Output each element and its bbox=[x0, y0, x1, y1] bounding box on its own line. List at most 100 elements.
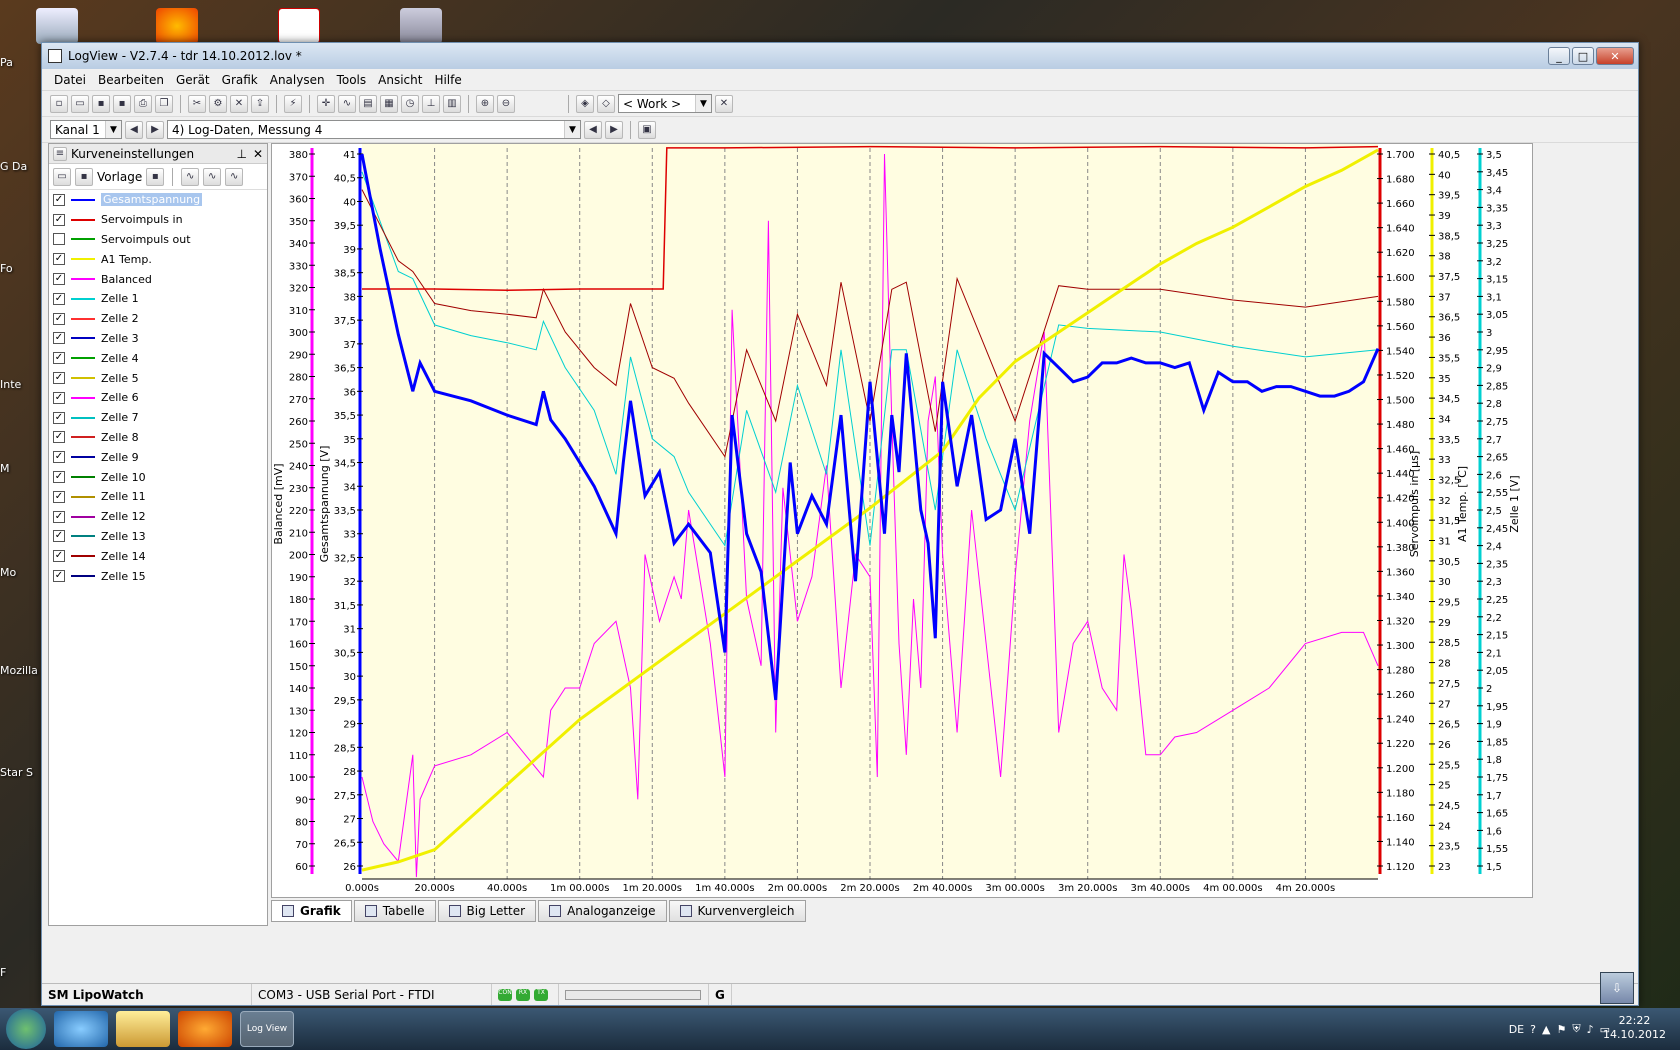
menu-geraet[interactable]: Gerät bbox=[170, 73, 216, 87]
prev-channel-icon[interactable]: ◀ bbox=[125, 120, 143, 139]
curve-checkbox[interactable]: ✓ bbox=[53, 352, 65, 365]
clipboard-icon[interactable]: ▣ bbox=[638, 120, 656, 139]
cut-icon[interactable]: ✂ bbox=[188, 94, 206, 113]
curve-add-icon[interactable]: ∿ bbox=[203, 167, 222, 186]
curve-item[interactable]: ✓ Balanced bbox=[49, 269, 267, 289]
logview-taskbar-button[interactable]: Log View bbox=[240, 1011, 294, 1047]
curve-item[interactable]: ✓ Servoimpuls in bbox=[49, 210, 267, 230]
menu-analysen[interactable]: Analysen bbox=[264, 73, 331, 87]
firefox-taskbar-icon[interactable] bbox=[178, 1011, 232, 1047]
curve-checkbox[interactable]: ✓ bbox=[53, 570, 65, 583]
scale-icon[interactable]: ⊥ bbox=[422, 94, 440, 113]
print-icon[interactable]: ⎙ bbox=[134, 94, 152, 113]
dataset-select[interactable]: 4) Log-Daten, Messung 4 ▼ bbox=[167, 120, 581, 139]
grid-icon[interactable]: ▦ bbox=[380, 94, 398, 113]
new-file-icon[interactable]: ▫ bbox=[50, 94, 68, 113]
network-icon[interactable]: ▲ bbox=[1542, 1023, 1550, 1036]
curve-item[interactable]: ✓ Zelle 15 bbox=[49, 566, 267, 586]
curve-checkbox[interactable]: ✓ bbox=[53, 490, 65, 503]
tab-tabelle[interactable]: Tabelle bbox=[353, 900, 436, 922]
curve-checkbox[interactable]: ✓ bbox=[53, 312, 65, 325]
channel-select[interactable]: Kanal 1 ▼ bbox=[50, 120, 122, 139]
curve-checkbox[interactable]: ✓ bbox=[53, 292, 65, 305]
curve-item[interactable]: ✓ Zelle 3 bbox=[49, 329, 267, 349]
curve-item[interactable]: ✓ Gesamtspannung bbox=[49, 190, 267, 210]
pin-icon[interactable]: ⊥ bbox=[236, 147, 246, 161]
tab-grafik[interactable]: Grafik bbox=[271, 900, 352, 922]
shield-icon[interactable]: ⛨ bbox=[1572, 1022, 1580, 1036]
device-icon[interactable]: ⚡ bbox=[284, 94, 302, 113]
window-icon[interactable]: ▤ bbox=[359, 94, 377, 113]
curve-item[interactable]: ✓ Zelle 11 bbox=[49, 487, 267, 507]
curve-checkbox[interactable]: ✓ bbox=[53, 213, 65, 226]
curve-item[interactable]: ✓ Zelle 12 bbox=[49, 507, 267, 527]
curve-item[interactable]: ✓ Zelle 9 bbox=[49, 447, 267, 467]
workspace-select[interactable]: < Work > ▼ bbox=[618, 94, 712, 113]
curve-checkbox[interactable]: ✓ bbox=[53, 471, 65, 484]
open-folder-icon[interactable]: ▭ bbox=[71, 94, 89, 113]
close-button[interactable]: ✕ bbox=[1596, 47, 1634, 65]
chart-area[interactable]: 0.000s 20.000s 40.000s 1m 00.000s 1m 20.000s… bbox=[271, 143, 1533, 898]
layout-delete-icon[interactable]: ✕ bbox=[715, 94, 733, 113]
desktop-label[interactable]: Mozilla bbox=[0, 664, 44, 677]
settings-icon[interactable]: ⚙ bbox=[209, 94, 227, 113]
save-icon[interactable]: ▪ bbox=[92, 94, 110, 113]
maximize-button[interactable]: □ bbox=[1572, 47, 1594, 65]
language-indicator[interactable]: DE bbox=[1509, 1023, 1524, 1036]
curve-checkbox[interactable]: ✓ bbox=[53, 391, 65, 404]
save-template-icon[interactable]: ▪ bbox=[75, 167, 93, 186]
delete-icon[interactable]: ✕ bbox=[230, 94, 248, 113]
tab-analoganzeige[interactable]: Analoganzeige bbox=[538, 900, 667, 922]
menu-hilfe[interactable]: Hilfe bbox=[428, 73, 467, 87]
curve-icon[interactable]: ∿ bbox=[338, 94, 356, 113]
curve-item[interactable]: ✓ A1 Temp. bbox=[49, 249, 267, 269]
curve-checkbox[interactable]: ✓ bbox=[53, 451, 65, 464]
minimize-button[interactable]: _ bbox=[1548, 47, 1570, 65]
export-icon[interactable]: ⇪ bbox=[251, 94, 269, 113]
recycle-bin-icon[interactable] bbox=[36, 8, 78, 44]
curve-checkbox[interactable]: ✓ bbox=[53, 193, 65, 206]
prev-dataset-icon[interactable]: ◀ bbox=[584, 120, 602, 139]
desktop-label[interactable]: Fo bbox=[0, 262, 44, 275]
layout-save-icon[interactable]: ◇ bbox=[597, 94, 615, 113]
curve-tool-icon[interactable]: ∿ bbox=[181, 167, 200, 186]
title-bar[interactable]: LogView - V2.7.4 - tdr 14.10.2012.lov * … bbox=[42, 43, 1638, 69]
vorlage-label[interactable]: Vorlage bbox=[97, 170, 142, 184]
curve-item[interactable]: ✓ Zelle 4 bbox=[49, 348, 267, 368]
desktop-label[interactable]: F bbox=[0, 966, 44, 979]
curve-item[interactable]: ✓ Zelle 14 bbox=[49, 546, 267, 566]
next-dataset-icon[interactable]: ▶ bbox=[605, 120, 623, 139]
save-as-icon[interactable]: ▪ bbox=[113, 94, 131, 113]
menu-ansicht[interactable]: Ansicht bbox=[372, 73, 428, 87]
ie-taskbar-icon[interactable] bbox=[54, 1011, 108, 1047]
logview-chart[interactable]: 0.000s 20.000s 40.000s 1m 00.000s 1m 20.000s… bbox=[272, 144, 1532, 897]
menu-bearbeiten[interactable]: Bearbeiten bbox=[92, 73, 170, 87]
start-button[interactable] bbox=[6, 1009, 46, 1049]
curve-checkbox[interactable]: ✓ bbox=[53, 530, 65, 543]
podcast-app-icon[interactable] bbox=[156, 8, 198, 44]
curve-item[interactable]: ✓ Zelle 5 bbox=[49, 368, 267, 388]
curve-item[interactable]: ✓ Zelle 10 bbox=[49, 467, 267, 487]
zoom-in-icon[interactable]: ⊕ bbox=[476, 94, 494, 113]
panel-close-icon[interactable]: ✕ bbox=[253, 147, 263, 161]
desktop-label[interactable]: Mo bbox=[0, 566, 44, 579]
open-template-icon[interactable]: ▭ bbox=[53, 167, 71, 186]
curve-item[interactable]: ✓ Zelle 1 bbox=[49, 289, 267, 309]
curve-item[interactable]: ✓ Zelle 2 bbox=[49, 309, 267, 329]
tab-kurvenvergleich[interactable]: Kurvenvergleich bbox=[668, 900, 806, 922]
help-icon[interactable]: ? bbox=[1530, 1023, 1536, 1036]
desktop-label[interactable]: M bbox=[0, 462, 44, 475]
curve-checkbox[interactable]: ✓ bbox=[53, 332, 65, 345]
curve-item[interactable]: ✓ Zelle 13 bbox=[49, 527, 267, 547]
curve-item[interactable]: ✓ Zelle 7 bbox=[49, 408, 267, 428]
desktop-label[interactable]: Star S bbox=[0, 766, 44, 779]
clock[interactable]: 22:22 14.10.2012 bbox=[1603, 1014, 1666, 1042]
curve-checkbox[interactable]: ✓ bbox=[53, 510, 65, 523]
explorer-taskbar-icon[interactable] bbox=[116, 1011, 170, 1047]
save-template-as-icon[interactable]: ▪ bbox=[146, 167, 165, 186]
curve-checkbox[interactable]: ✓ bbox=[53, 431, 65, 444]
curve-checkbox[interactable]: ✓ bbox=[53, 273, 65, 286]
curve-checkbox[interactable]: ✓ bbox=[53, 411, 65, 424]
curve-item[interactable]: Servoimpuls out bbox=[49, 230, 267, 250]
curve-checkbox[interactable] bbox=[53, 233, 65, 246]
